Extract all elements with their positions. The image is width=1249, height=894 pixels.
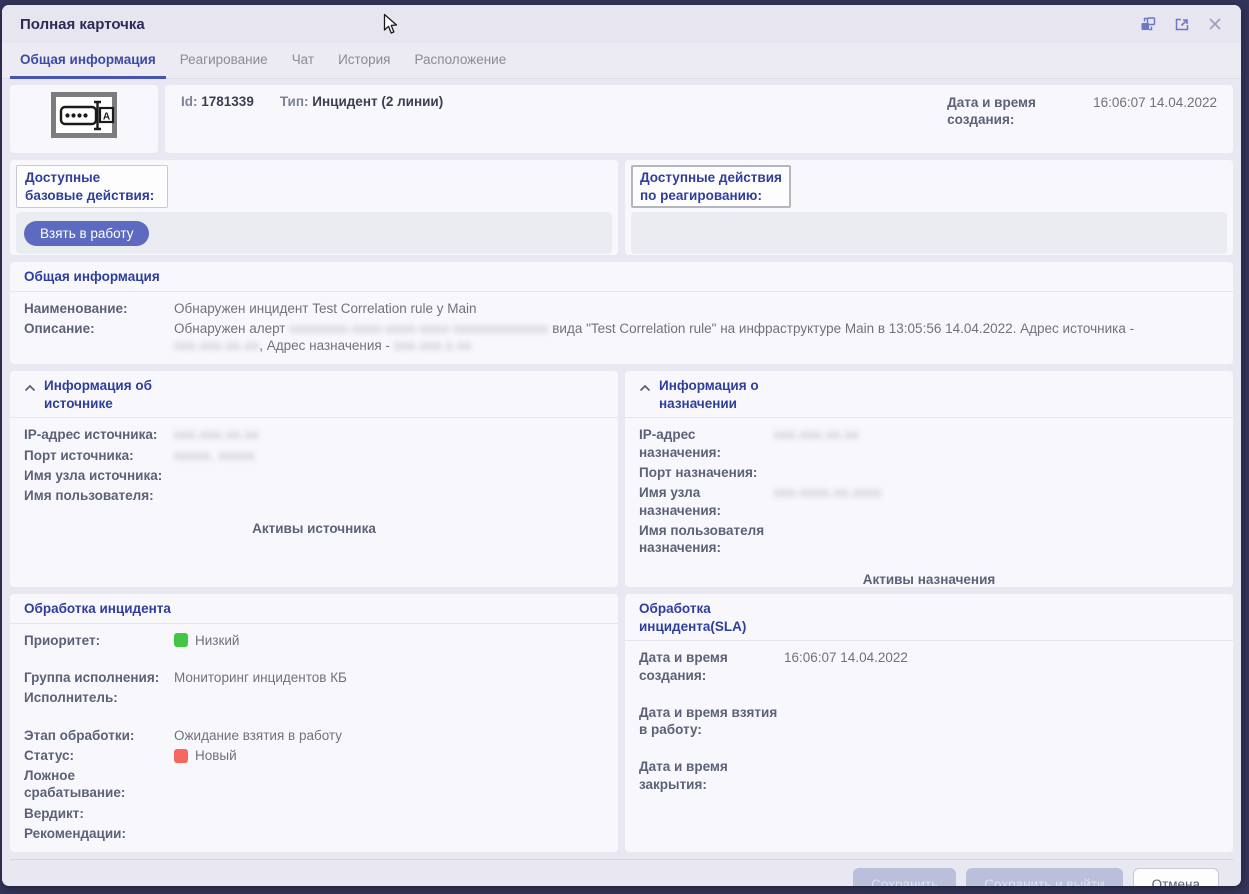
redacted-alert-id: xxxxxxxx-xxxx-xxxx-xxxx-xxxxxxxxxxxxx — [289, 321, 548, 336]
execution-group-label: Группа исполнения: — [24, 669, 174, 686]
redacted-source-address: xxx.xxx.xx.xx — [174, 338, 259, 353]
source-info-title: Информация об источнике — [44, 377, 196, 412]
incident-type-icon-panel: A — [10, 85, 158, 153]
collapse-source-chevron-icon[interactable] — [24, 380, 36, 395]
collapse-windows-icon[interactable] — [1139, 15, 1157, 33]
status-label: Статус: — [24, 747, 174, 764]
full-card-dialog: Полная карточка — [2, 5, 1241, 886]
processing-stage-label: Этап обработки: — [24, 727, 174, 744]
incident-sla-panel: Обработка инцидента(SLA) Дата и время со… — [625, 594, 1233, 852]
recommendations-label: Рекомендации: — [24, 825, 174, 842]
take-to-work-button[interactable]: Взять в работу — [24, 221, 149, 246]
basic-actions-panel: Доступные базовые действия: Взять в рабо… — [10, 160, 618, 255]
type-value: Инцидент (2 линии) — [312, 94, 443, 109]
destination-host-label: Имя узла назначения: — [639, 484, 774, 519]
incident-type: Тип: Инцидент (2 линии) — [280, 94, 443, 109]
incident-id: Id: 1781339 — [181, 94, 254, 109]
destination-info-title: Информация о назначении — [659, 377, 811, 412]
incident-sla-title: Обработка инцидента(SLA) — [639, 600, 791, 635]
tab-bar: Общая информация Реагирование Чат Истори… — [2, 43, 1241, 79]
source-user-value — [174, 487, 604, 504]
status-new-swatch — [174, 749, 188, 763]
sla-taken-label: Дата и время взятия в работу: — [639, 704, 784, 739]
tab-location[interactable]: Расположение — [404, 43, 516, 79]
header-summary-panel: Id: 1781339 Тип: Инцидент (2 линии) Дата… — [165, 85, 1233, 153]
destination-ip-value: xxx.xxx.xx.xx — [774, 426, 1219, 461]
incident-processing-title: Обработка инцидента — [24, 600, 171, 618]
source-port-value: xxxxx, xxxxx — [174, 447, 604, 464]
basic-actions-label: Доступные базовые действия: — [16, 165, 168, 208]
type-label: Тип: — [280, 94, 309, 109]
tab-history[interactable]: История — [328, 43, 400, 79]
verdict-value — [174, 805, 604, 822]
name-value: Обнаружен инцидент Test Correlation rule… — [174, 300, 1219, 317]
collapse-destination-chevron-icon[interactable] — [639, 380, 651, 395]
assignee-value — [174, 689, 604, 706]
processing-stage-value: Ожидание взятия в работу — [174, 727, 604, 744]
destination-port-value — [774, 464, 1219, 481]
destination-user-label: Имя пользователя назначения: — [639, 522, 774, 557]
basic-actions-area: Взять в работу — [16, 212, 612, 254]
source-ip-value: xxx.xxx.xx.xx — [174, 426, 604, 443]
sla-closed-value — [784, 758, 1219, 793]
dialog-title: Полная карточка — [20, 16, 145, 33]
cancel-button[interactable]: Отмена — [1133, 868, 1219, 886]
destination-port-label: Порт назначения: — [639, 464, 774, 481]
execution-group-value: Мониторинг инцидентов КБ — [174, 669, 604, 686]
description-label: Описание: — [24, 320, 174, 355]
sla-taken-value — [784, 704, 1219, 739]
source-host-value — [174, 467, 604, 484]
source-info-panel: Информация об источнике IP-адрес источни… — [10, 371, 618, 587]
save-button[interactable]: Сохранить — [853, 868, 956, 886]
source-host-label: Имя узла источника: — [24, 467, 174, 484]
close-icon[interactable] — [1207, 16, 1223, 32]
creation-datetime: Дата и время создания: 16:06:07 14.04.20… — [947, 94, 1217, 129]
verdict-label: Вердикт: — [24, 805, 174, 822]
id-label: Id: — [181, 94, 198, 109]
priority-value: Низкий — [174, 632, 604, 649]
redacted-destination-address: xxx.xxx.x.xx — [394, 338, 472, 353]
destination-host-value: xxx-xxxx.xx.xxxx — [774, 484, 1219, 519]
tab-general-info[interactable]: Общая информация — [10, 43, 166, 79]
source-port-label: Порт источника: — [24, 447, 174, 464]
destination-info-panel: Информация о назначении IP-адрес назначе… — [625, 371, 1233, 587]
general-info-panel: Общая информация Наименование: Обнаружен… — [10, 262, 1233, 364]
destination-ip-label: IP-адрес назначения: — [639, 426, 774, 461]
assignee-label: Исполнитель: — [24, 689, 174, 706]
sla-created-label: Дата и время создания: — [639, 649, 784, 684]
tab-response[interactable]: Реагирование — [170, 43, 278, 79]
card-content: A Id: 1781339 Тип: Инцидент (2 линии) — [2, 79, 1241, 886]
response-actions-panel: Доступные действия по реагированию: — [625, 160, 1233, 255]
creation-datetime-value: 16:06:07 14.04.2022 — [1093, 94, 1217, 129]
incident-type-icon: A — [51, 92, 117, 153]
source-assets-label: Активы источника — [10, 521, 618, 536]
destination-user-value — [774, 522, 1219, 557]
footer-actions: Сохранить Сохранить и выйти Отмена — [10, 859, 1233, 886]
description-value: Обнаружен алерт xxxxxxxx-xxxx-xxxx-xxxx-… — [174, 320, 1219, 355]
source-ip-label: IP-адрес источника: — [24, 426, 174, 443]
response-actions-label: Доступные действия по реагированию: — [631, 165, 791, 208]
tab-chat[interactable]: Чат — [282, 43, 324, 79]
open-in-new-window-icon[interactable] — [1173, 15, 1191, 33]
status-badge: Новый — [174, 747, 604, 764]
sla-created-value: 16:06:07 14.04.2022 — [784, 649, 1219, 684]
name-label: Наименование: — [24, 300, 174, 317]
titlebar: Полная карточка — [2, 5, 1241, 43]
priority-low-swatch — [174, 633, 188, 647]
creation-datetime-label: Дата и время создания: — [947, 94, 1065, 129]
svg-text:A: A — [103, 112, 110, 123]
false-positive-value — [174, 767, 604, 802]
priority-label: Приоритет: — [24, 632, 174, 649]
source-user-label: Имя пользователя: — [24, 487, 174, 504]
false-positive-label: Ложное срабатывание: — [24, 767, 174, 802]
save-and-exit-button[interactable]: Сохранить и выйти — [966, 868, 1122, 886]
id-value: 1781339 — [201, 94, 254, 109]
incident-processing-panel: Обработка инцидента Приоритет: Низкий Гр… — [10, 594, 618, 852]
response-actions-area — [631, 212, 1227, 254]
recommendations-value — [174, 825, 604, 842]
sla-closed-label: Дата и время закрытия: — [639, 758, 784, 793]
destination-assets-label: Активы назначения — [625, 572, 1233, 587]
general-info-title: Общая информация — [24, 268, 160, 286]
